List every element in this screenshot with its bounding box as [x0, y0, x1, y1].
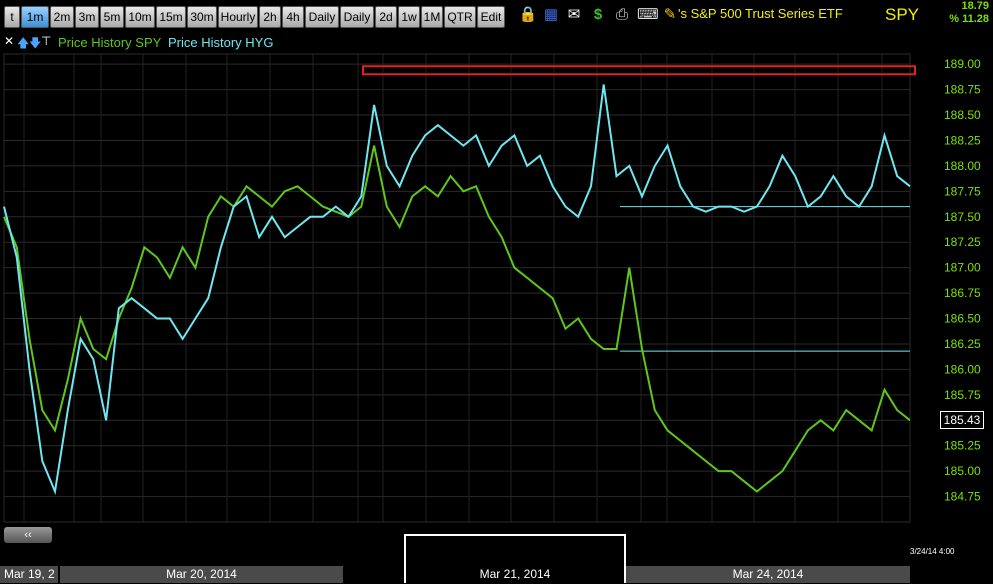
y-tick-label: 186.75	[944, 286, 981, 300]
y-tick-label: 188.50	[944, 108, 981, 122]
y-tick-label: 188.00	[944, 159, 981, 173]
dollar-icon[interactable]: $	[588, 5, 608, 25]
timeframe-button[interactable]: Daily	[305, 6, 339, 28]
timeframe-button[interactable]: 2h	[259, 6, 281, 28]
y-tick-label: 185.75	[944, 388, 981, 402]
date-label: Mar 21, 2014	[479, 567, 551, 581]
y-tick-label: 187.25	[944, 235, 981, 249]
legend-hyg[interactable]: Price History HYG	[168, 35, 273, 50]
legend-row: ✕ 🡅 🡇 ⊤ Price History SPY Price History …	[0, 33, 920, 53]
y-tick-label: 185.00	[944, 464, 981, 478]
timeframe-button[interactable]: 3m	[75, 6, 99, 28]
date-band-mar19: Mar 19, 2	[0, 566, 58, 583]
timeframe-button[interactable]: Edit	[477, 6, 505, 28]
date-band-mar20: Mar 20, 2014	[60, 566, 343, 583]
y-tick-label: 184.75	[944, 490, 981, 504]
pin-icon[interactable]: ⊤	[41, 34, 51, 48]
timeframe-button[interactable]: 1w	[398, 6, 420, 28]
date-label: Mar 20, 2014	[166, 567, 237, 581]
symbol-label[interactable]: SPY	[885, 5, 919, 25]
date-band-mar24: Mar 24, 2014	[626, 566, 910, 583]
save-icon[interactable]: ▦	[541, 5, 561, 25]
timeframe-button[interactable]: QTR	[444, 6, 476, 28]
y-tick-label: 185.25	[944, 439, 981, 453]
y-tick-label: 187.00	[944, 261, 981, 275]
timeframe-button[interactable]: 2d	[375, 6, 397, 28]
y-tick-label: 186.00	[944, 362, 981, 376]
y-tick-label: 187.75	[944, 184, 981, 198]
legend-spy[interactable]: Price History SPY	[58, 35, 161, 50]
keyboard-icon[interactable]: ⌨	[637, 5, 659, 25]
quote-last: 18.79	[961, 0, 989, 12]
y-tick-label: 187.50	[944, 210, 981, 224]
timeframe-button[interactable]: 1m	[21, 6, 49, 28]
y-tick-label: 189.00	[944, 57, 981, 71]
timeframe-button[interactable]: 5m	[100, 6, 124, 28]
y-tick-label: 186.50	[944, 312, 981, 326]
y-tick-label: 186.25	[944, 337, 981, 351]
date-label: Mar 19, 2	[4, 567, 55, 581]
pencil-icon[interactable]: ✎	[660, 5, 680, 25]
price-chart[interactable]: 189.00 188.75 188.50 188.25 188.00 187.75 187.…	[0, 52, 993, 534]
timeframe-button[interactable]: t	[4, 6, 20, 28]
print-icon[interactable]: ⎙	[612, 5, 632, 25]
mail-icon[interactable]: ✉	[564, 5, 584, 25]
timeframe-button[interactable]: 10m	[125, 6, 155, 28]
quote-percent: % 11.28	[949, 13, 989, 25]
timeframe-button[interactable]: 1M	[421, 6, 443, 28]
timeframe-button[interactable]: Hourly	[218, 6, 258, 28]
close-icon[interactable]: ✕	[4, 34, 14, 48]
plot-area	[3, 53, 911, 523]
timeframe-button[interactable]: 15m	[156, 6, 186, 28]
timeframe-button[interactable]: 2m	[50, 6, 74, 28]
y-tick-label: 188.75	[944, 83, 981, 97]
scroll-back-button[interactable]: ‹‹	[4, 527, 52, 543]
date-band-mar21: Mar 21, 2014	[406, 566, 624, 583]
security-title: 's S&P 500 Trust Series ETF	[678, 6, 843, 21]
last-price-badge: 185.43	[940, 411, 984, 429]
toolbar: t 1m 2m 3m 5m 10m 15m 30m Hourly 2h 4h Daily Daily 2d…	[0, 0, 993, 32]
date-label: Mar 24, 2014	[732, 567, 804, 581]
timeframe-button[interactable]: Daily	[340, 6, 374, 28]
y-tick-label: 188.25	[944, 133, 981, 147]
corner-timestamp: 3/24/14 4:00	[910, 547, 955, 556]
timeframe-button[interactable]: 30m	[187, 6, 217, 28]
timeframe-button[interactable]: 4h	[282, 6, 304, 28]
lock-icon[interactable]: 🔒	[518, 5, 538, 25]
